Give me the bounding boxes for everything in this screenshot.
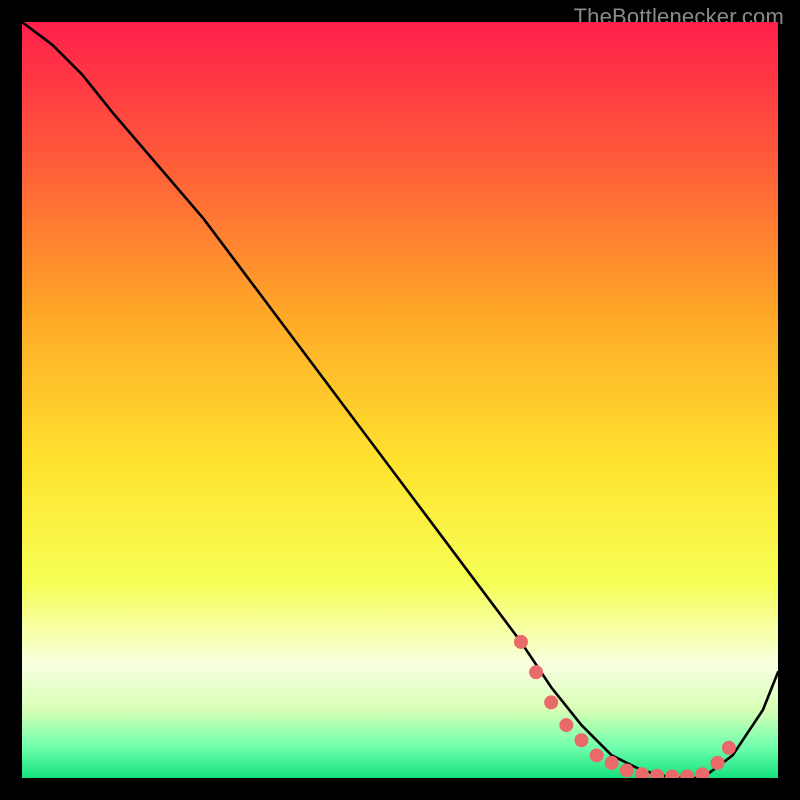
- highlight-marker: [559, 718, 573, 732]
- highlight-marker: [620, 763, 634, 777]
- highlight-marker: [544, 695, 558, 709]
- chart-stage: TheBottlenecker.com: [0, 0, 800, 800]
- bottleneck-chart: [22, 22, 778, 778]
- highlight-marker: [722, 741, 736, 755]
- plot-area: [22, 22, 778, 778]
- highlight-marker: [605, 756, 619, 770]
- highlight-marker: [529, 665, 543, 679]
- highlight-marker: [590, 748, 604, 762]
- gradient-background: [22, 22, 778, 778]
- highlight-marker: [711, 756, 725, 770]
- highlight-marker: [514, 635, 528, 649]
- highlight-marker: [574, 733, 588, 747]
